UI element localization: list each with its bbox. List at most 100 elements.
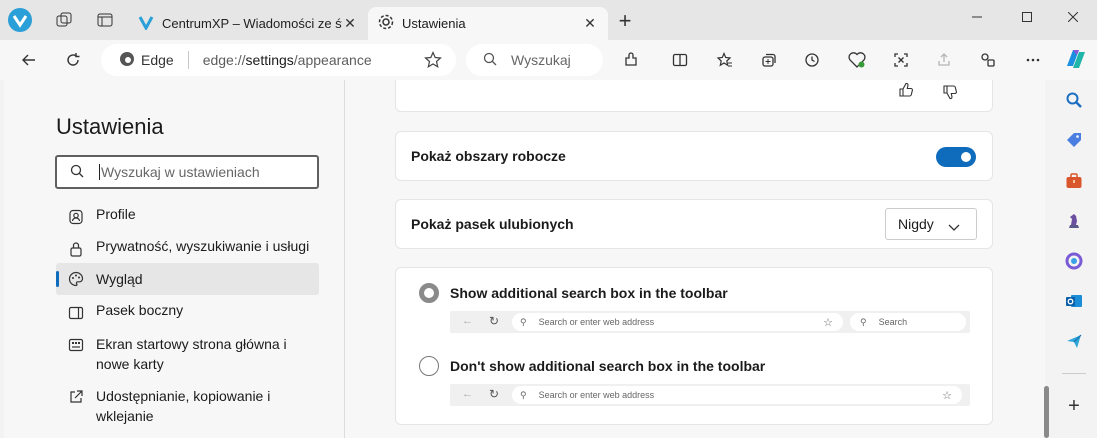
lock-icon: [56, 238, 96, 257]
performance-icon[interactable]: [976, 48, 1000, 72]
settings-sidebar: [4, 80, 344, 438]
thumbs-up-icon[interactable]: [898, 82, 914, 103]
profile-icon: [56, 206, 96, 225]
drop-send-icon[interactable]: [1062, 329, 1086, 353]
favorites-icon[interactable]: [713, 48, 737, 72]
settings-title: Ustawienia: [56, 114, 164, 139]
refresh-icon: ↻: [489, 314, 500, 328]
search-icon[interactable]: [1062, 88, 1086, 112]
address-bar[interactable]: Edge edge://settings/appearance: [101, 44, 456, 76]
toolbar-preview-without-search: ← ↻ ⚲ Search or enter web address ☆: [450, 384, 970, 406]
back-arrow-icon: ←: [462, 315, 473, 327]
preview-address-box: ⚲ Search or enter web address ☆: [512, 313, 843, 331]
sidebar-item-label: Wygląd: [96, 271, 143, 287]
close-icon[interactable]: ✕: [582, 15, 598, 32]
sidebar-item-label: Udostępnianie, kopiowanie i wklejanie: [96, 388, 271, 424]
refresh-button[interactable]: [61, 48, 85, 72]
copilot-icon[interactable]: [1062, 45, 1090, 73]
extensions-icon[interactable]: [619, 48, 643, 72]
sidebar-item-label: Profile: [96, 206, 136, 222]
preview-address-text: Search or enter web address: [538, 317, 655, 327]
history-icon[interactable]: [800, 48, 824, 72]
sidebar-item-label: Ekran startowy strona główna i nowe kart…: [96, 336, 287, 372]
search-icon: [483, 52, 497, 69]
sidebar-item-start-home[interactable]: Ekran startowy strona główna i nowe kart…: [56, 334, 319, 374]
close-icon[interactable]: ✕: [342, 15, 358, 32]
split-screen-icon[interactable]: [668, 48, 692, 72]
favorites-bar-label: Pokaż pasek ulubionych: [411, 216, 574, 232]
collections-icon[interactable]: [757, 48, 781, 72]
hide-search-label: Don't show additional search box in the …: [450, 358, 766, 374]
settings-search-input[interactable]: Wyszukaj w ustawieniach: [55, 155, 319, 189]
show-search-radio[interactable]: [419, 283, 439, 303]
games-chess-icon[interactable]: [1062, 209, 1086, 233]
search-icon: [70, 164, 84, 181]
edge-logo-icon: [119, 51, 135, 70]
sidebar-item-profile[interactable]: Profile: [56, 206, 319, 226]
back-arrow-icon: ←: [462, 388, 473, 400]
home-icon: [56, 334, 96, 353]
microsoft-365-icon[interactable]: [1062, 249, 1086, 273]
share-disabled-icon[interactable]: [932, 48, 956, 72]
share-icon: [56, 386, 96, 405]
search-icon: ⚲: [860, 316, 867, 327]
preview-address-text: Search or enter web address: [538, 390, 655, 400]
shopping-tag-icon[interactable]: [1062, 128, 1086, 152]
web-capture-icon[interactable]: [889, 48, 913, 72]
tab-actions-icon[interactable]: [93, 8, 117, 32]
sidebar-divider: [1062, 373, 1086, 374]
minimize-button[interactable]: [962, 6, 992, 28]
more-options-icon[interactable]: [1021, 48, 1045, 72]
sidebar-item-sidebar[interactable]: Pasek boczny: [56, 302, 319, 322]
back-button[interactable]: [17, 48, 41, 72]
search-placeholder: Wyszukaj: [511, 52, 571, 68]
workspaces-card: Pokaż obszary robocze: [395, 131, 993, 181]
tab-centrumxp[interactable]: CentrumXP – Wiadomości ze świ ✕: [128, 7, 368, 40]
tab-bar: CentrumXP – Wiadomości ze świ ✕ Ustawien…: [0, 0, 1097, 40]
browser-essentials-icon[interactable]: [845, 48, 869, 72]
star-icon: ☆: [942, 389, 952, 402]
favorites-bar-card: Pokaż pasek ulubionych Nigdy: [395, 199, 993, 249]
preview-search-text: Search: [878, 317, 908, 327]
sidebar-icon: [56, 302, 96, 321]
sidebar-item-share-copy-paste[interactable]: Udostępnianie, kopiowanie i wklejanie: [56, 386, 319, 426]
close-window-button[interactable]: [1058, 6, 1088, 28]
edge-sidebar: +: [1052, 80, 1097, 438]
tools-briefcase-icon[interactable]: [1062, 169, 1086, 193]
tab-settings[interactable]: Ustawienia ✕: [368, 7, 608, 40]
tab-title: CentrumXP – Wiadomości ze świ: [162, 16, 342, 31]
sidebar-item-privacy[interactable]: Prywatność, wyszukiwanie i usługi: [56, 238, 319, 258]
workspaces-icon[interactable]: [52, 8, 76, 32]
workspaces-toggle[interactable]: [936, 147, 976, 167]
maximize-button[interactable]: [1012, 6, 1042, 28]
star-icon: ☆: [823, 316, 833, 329]
show-search-label: Show additional search box in the toolba…: [450, 285, 728, 301]
toolbar-search-box[interactable]: Wyszukaj: [466, 44, 603, 76]
toolbar-preview-with-search: ← ↻ ⚲ Search or enter web address ☆ ⚲ Se…: [450, 311, 970, 333]
centrumxp-favicon-icon: [138, 14, 154, 33]
new-tab-button[interactable]: +: [613, 10, 637, 34]
add-icon[interactable]: +: [1062, 394, 1086, 418]
toolbar: Edge edge://settings/appearance Wyszukaj: [0, 40, 1097, 80]
tab-title: Ustawienia: [402, 16, 466, 31]
sidebar-item-label: Pasek boczny: [96, 302, 184, 318]
sidebar-item-label: Prywatność, wyszukiwanie i usługi: [96, 238, 310, 254]
feedback-card: [395, 80, 993, 112]
refresh-icon: ↻: [489, 387, 500, 401]
favorites-bar-select[interactable]: Nigdy: [885, 208, 977, 240]
profile-avatar-icon[interactable]: [8, 8, 32, 32]
search-icon: ⚲: [520, 316, 527, 327]
scrollbar-thumb[interactable]: [1044, 386, 1049, 438]
settings-main: Pokaż obszary robocze Pokaż pasek ulubio…: [345, 80, 1045, 438]
search-box-card: Show additional search box in the toolba…: [395, 267, 993, 425]
sidebar-item-appearance[interactable]: Wygląd: [56, 263, 319, 295]
favorites-bar-value: Nigdy: [898, 216, 934, 232]
thumbs-down-icon[interactable]: [942, 84, 958, 105]
outlook-icon[interactable]: [1062, 289, 1086, 313]
hide-search-radio[interactable]: [419, 356, 439, 376]
search-icon: ⚲: [520, 389, 527, 400]
address-divider: [187, 51, 189, 69]
favorite-star-icon[interactable]: [424, 51, 442, 72]
gear-icon: [378, 14, 394, 33]
preview-search-box: ⚲ Search: [850, 313, 966, 331]
